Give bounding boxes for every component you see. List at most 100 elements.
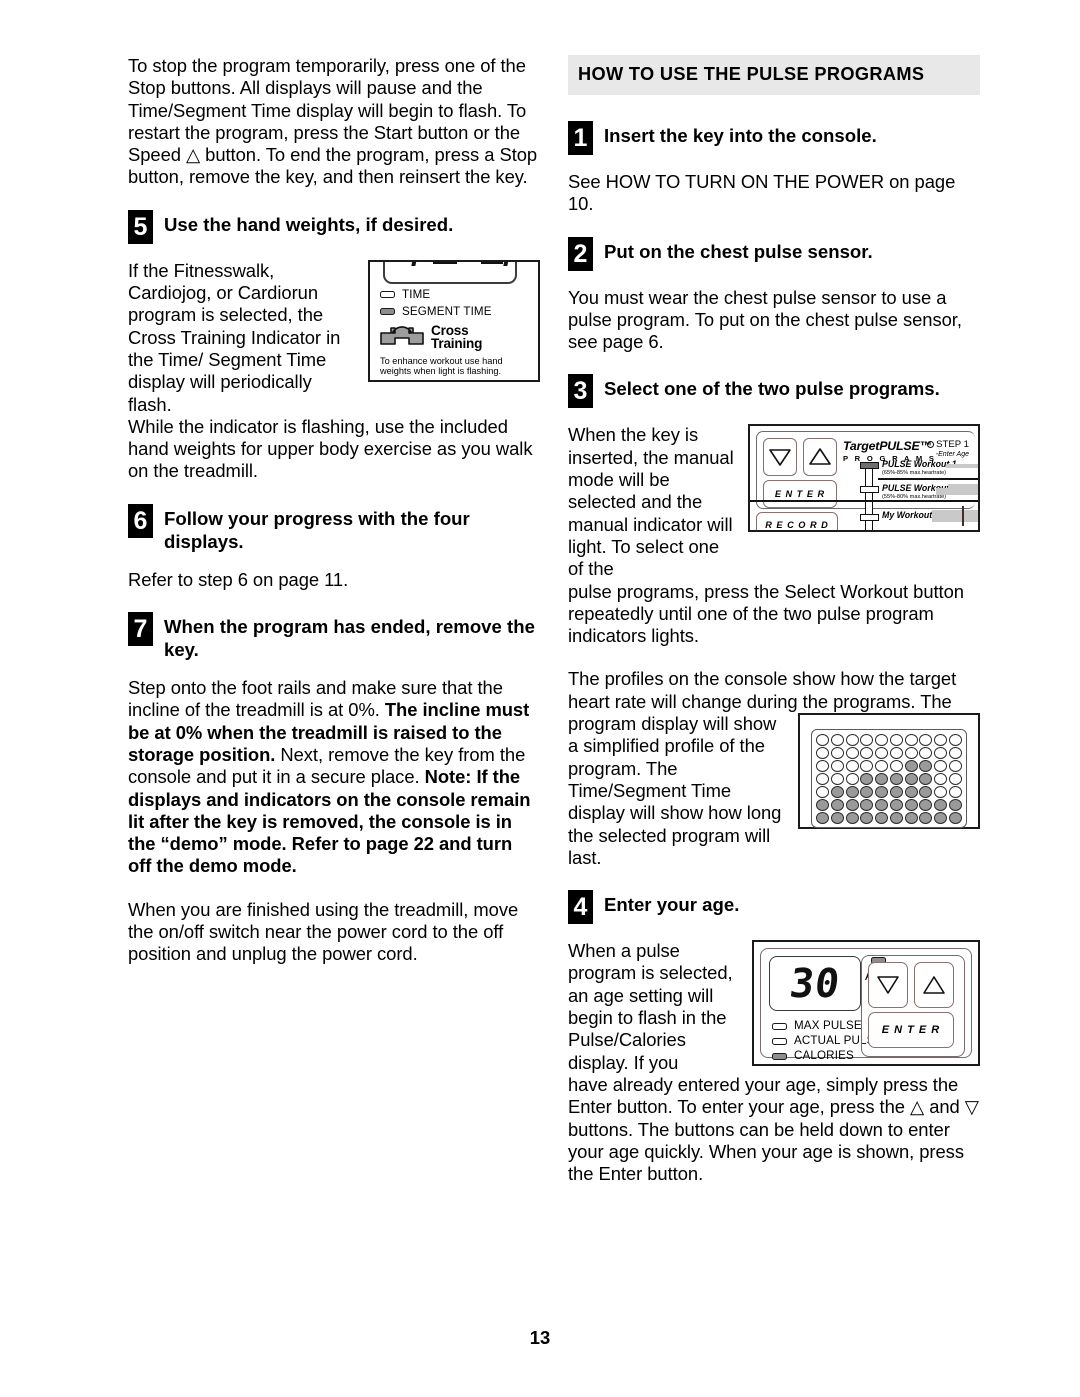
section-header: HOW TO USE THE PULSE PROGRAMS bbox=[568, 55, 980, 95]
step-5-number: 5 bbox=[128, 209, 153, 244]
matrix-dot bbox=[830, 760, 844, 773]
workout-2-profile-bar-2 bbox=[948, 484, 978, 496]
matrix-dot bbox=[816, 773, 829, 786]
matrix-row bbox=[816, 799, 962, 812]
enter-button-label: E N T E R bbox=[774, 489, 826, 500]
step-5-body-full: While the indicator is flashing, use the… bbox=[128, 415, 533, 482]
lcd-segment-strip bbox=[383, 261, 517, 284]
age-entry-console-figure: 30 AGE MAX PULSE ACTUAL PULSE bbox=[752, 940, 980, 1067]
right-column: HOW TO USE THE PULSE PROGRAMS 1 Insert t… bbox=[568, 55, 980, 1206]
manual-page: To stop the program temporarily, press o… bbox=[0, 0, 1080, 1397]
matrix-dot bbox=[904, 760, 918, 773]
profile-divider-1 bbox=[878, 478, 978, 480]
matrix-dot bbox=[875, 812, 889, 825]
step-6-heading: 6 Follow your progress with the four dis… bbox=[128, 503, 540, 553]
matrix-dot bbox=[845, 734, 859, 747]
workout-selector-rail bbox=[865, 464, 873, 531]
matrix-dot bbox=[830, 786, 844, 799]
actual-pulse-led-icon bbox=[772, 1037, 787, 1045]
matrix-dot bbox=[875, 786, 889, 799]
matrix-dot bbox=[904, 812, 918, 825]
matrix-dot bbox=[860, 799, 874, 812]
lcd-digit-mark-4 bbox=[503, 261, 511, 266]
matrix-dot bbox=[889, 747, 903, 760]
triangle-down-icon bbox=[769, 449, 791, 467]
step-2-heading: 2 Put on the chest pulse sensor. bbox=[568, 236, 980, 271]
matrix-dot bbox=[919, 773, 933, 786]
increase-button[interactable] bbox=[803, 438, 837, 477]
two-column-layout: To stop the program temporarily, press o… bbox=[128, 55, 988, 1206]
age-decrease-button[interactable] bbox=[868, 962, 908, 1009]
step-1-body: See HOW TO TURN ON THE POWER on page 10. bbox=[568, 171, 956, 215]
profiles-lead-paragraph: The profiles on the console show how the… bbox=[568, 668, 957, 712]
age-enter-button[interactable]: E N T E R bbox=[868, 1012, 954, 1049]
step-4-body-full: have already entered your age, simply pr… bbox=[568, 1073, 979, 1185]
matrix-dot bbox=[889, 812, 903, 825]
triangle-up-icon bbox=[809, 448, 831, 466]
age-increase-button[interactable] bbox=[914, 962, 954, 1009]
step-2-title: Put on the chest pulse sensor. bbox=[604, 240, 873, 262]
age-button-panel: E N T E R bbox=[861, 955, 965, 1058]
matrix-dot bbox=[816, 747, 829, 760]
segment-time-indicator-label: SEGMENT TIME bbox=[402, 304, 492, 318]
matrix-dot bbox=[948, 799, 962, 812]
matrix-dot bbox=[934, 799, 948, 812]
matrix-dot bbox=[860, 747, 874, 760]
step-7-number: 7 bbox=[128, 612, 153, 647]
matrix-dot bbox=[845, 747, 859, 760]
matrix-dot bbox=[875, 747, 889, 760]
max-pulse-label: MAX PULSE bbox=[794, 1019, 862, 1033]
my-workout-1-led-icon bbox=[860, 514, 879, 522]
matrix-dot bbox=[948, 747, 962, 760]
decrease-button[interactable] bbox=[763, 438, 797, 477]
dot-matrix-frame bbox=[811, 729, 967, 829]
matrix-dot bbox=[816, 786, 829, 799]
step-2-body: You must wear the chest pulse sensor to … bbox=[568, 286, 962, 353]
workout-2-led-icon bbox=[860, 486, 879, 494]
step-6-title: Follow your progress with the four displ… bbox=[164, 507, 470, 552]
matrix-dot bbox=[830, 812, 844, 825]
lcd-digit-mark-3 bbox=[481, 261, 503, 264]
program-profile-display-figure bbox=[798, 713, 980, 830]
matrix-dot bbox=[889, 734, 903, 747]
matrix-dot bbox=[816, 799, 829, 812]
matrix-dot bbox=[830, 747, 844, 760]
step-3-number: 3 bbox=[568, 374, 593, 409]
matrix-dot bbox=[845, 786, 859, 799]
age-value-display: 30 bbox=[787, 960, 843, 1007]
page-number: 13 bbox=[529, 1327, 551, 1348]
enter-button[interactable]: E N T E R bbox=[763, 480, 837, 509]
matrix-dot bbox=[904, 773, 918, 786]
matrix-dot bbox=[934, 773, 948, 786]
hand-weight-arc-icon bbox=[379, 323, 425, 352]
step-7-body: Step onto the foot rails and make sure t… bbox=[128, 677, 540, 878]
matrix-dot bbox=[889, 760, 903, 773]
cross-training-brand: Cross Training bbox=[377, 323, 531, 352]
step-7-title: When the program has ended, remove the k… bbox=[164, 616, 535, 661]
indicator-row-segment-time: SEGMENT TIME bbox=[377, 304, 531, 318]
matrix-dot bbox=[889, 786, 903, 799]
left-column: To stop the program temporarily, press o… bbox=[128, 55, 540, 987]
matrix-dot bbox=[948, 812, 962, 825]
record-button[interactable]: R E C O R D bbox=[756, 512, 838, 531]
matrix-row bbox=[816, 747, 962, 760]
step-1-indicator-row: STEP 1 bbox=[927, 439, 969, 450]
matrix-dot bbox=[934, 760, 948, 773]
matrix-dot bbox=[904, 799, 918, 812]
matrix-dot bbox=[889, 799, 903, 812]
matrix-row bbox=[816, 734, 962, 747]
cross-word-line2: Training bbox=[431, 336, 483, 352]
intro-paragraph: To stop the program temporarily, press o… bbox=[128, 55, 538, 188]
step-1-number: 1 bbox=[568, 121, 593, 155]
matrix-dot bbox=[934, 786, 948, 799]
step-6-number: 6 bbox=[128, 503, 153, 538]
matrix-dot bbox=[830, 734, 844, 747]
matrix-dot bbox=[860, 786, 874, 799]
step-7-heading: 7 When the program has ended, remove the… bbox=[128, 612, 540, 661]
my-workout-1-row: My Workout 1 bbox=[882, 510, 940, 520]
matrix-row bbox=[816, 760, 962, 773]
step-6-body: Refer to step 6 on page 11. bbox=[128, 568, 349, 590]
my-workout-1-cursor bbox=[962, 506, 964, 527]
workout-1-range: (65%-85% max.heartrate) bbox=[882, 469, 947, 476]
step-5-title: Use the hand weights, if desired. bbox=[164, 213, 454, 235]
